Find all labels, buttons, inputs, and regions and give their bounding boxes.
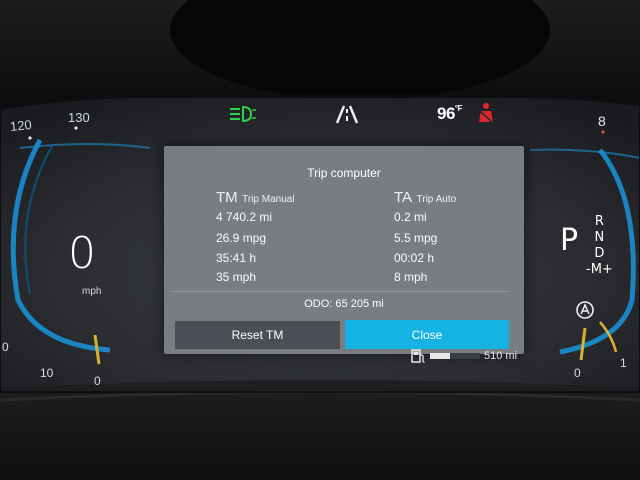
trip-manual-header: TM Trip Manual <box>216 189 295 207</box>
reset-tm-button[interactable]: Reset TM <box>175 321 340 349</box>
right-gauge-tick-1: 1 <box>620 356 627 370</box>
lane-assist-icon <box>335 105 359 124</box>
trip-auto-time: 00:02 h <box>394 251 435 265</box>
fuel-level-bar <box>430 353 480 359</box>
speedo-tick-130: 130 <box>68 110 90 125</box>
speedo-tick-left: 0 <box>2 340 9 354</box>
range-remaining: 510 mi <box>484 350 518 362</box>
fuel-pump-icon <box>411 349 425 363</box>
seatbelt-warning-icon <box>478 103 494 124</box>
trip-auto-consumption: 5.5 mpg <box>394 231 438 245</box>
trip-auto-header: TA Trip Auto <box>394 189 456 207</box>
speedo-tick-10: 10 <box>40 366 54 380</box>
trip-auto-label: Trip Auto <box>416 194 457 205</box>
speed-unit: mph <box>82 286 102 297</box>
trip-manual-label: Trip Manual <box>242 194 295 205</box>
speedo-tick-0: 0 <box>94 374 101 388</box>
temperature-unit: °F <box>454 104 463 113</box>
dialog-title: Trip computer <box>307 166 381 180</box>
right-gauge-top-label: 8 <box>598 113 606 129</box>
headlight-indicator-icon <box>230 105 256 123</box>
outside-temperature: 96°F <box>437 104 463 123</box>
gear-selected: P <box>560 223 579 258</box>
dialog-divider <box>172 291 508 292</box>
trip-manual-speed: 35 mph <box>216 270 257 284</box>
speedo-tick-120: 120 <box>9 116 33 135</box>
trip-auto-abbr: TA <box>394 189 413 206</box>
right-gauge-tick-0: 0 <box>574 366 581 380</box>
trip-manual-time: 35:41 h <box>216 251 257 265</box>
trip-computer-dialog: Trip computer TM Trip Manual 4 740.2 mi … <box>164 146 524 354</box>
drive-mode-icon <box>576 301 594 319</box>
trip-manual-consumption: 26.9 mpg <box>216 231 267 245</box>
trip-auto-speed: 8 mph <box>394 270 428 284</box>
trip-manual-distance: 4 740.2 mi <box>216 210 273 224</box>
odometer: ODO: 65 205 mi <box>304 298 384 310</box>
trip-auto-distance: 0.2 mi <box>394 210 427 224</box>
trip-manual-abbr: TM <box>216 189 238 206</box>
close-button[interactable]: Close <box>345 320 509 349</box>
gear-list: R N D -M+ <box>586 214 613 277</box>
speed-value: 0 <box>68 228 96 279</box>
